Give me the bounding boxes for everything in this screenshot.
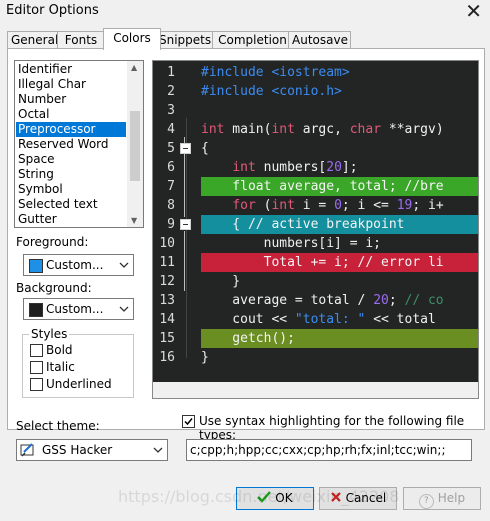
list-item[interactable]: String <box>16 167 126 182</box>
code-line: 14 cout << "total: " << total <box>153 310 478 329</box>
scroll-thumb[interactable] <box>130 111 140 181</box>
list-item[interactable]: Number <box>16 92 126 107</box>
code-line: 1 #include <iostream> <box>153 63 478 82</box>
foreground-select[interactable]: Custom... <box>23 254 134 276</box>
list-item[interactable]: Space <box>16 152 126 167</box>
underlined-checkbox[interactable] <box>30 378 43 391</box>
background-swatch <box>29 303 43 317</box>
code-line: 10 numbers[i] = i; <box>153 234 478 253</box>
background-select[interactable]: Custom... <box>23 298 134 320</box>
tab-fonts[interactable]: Fonts <box>57 31 105 49</box>
code-preview[interactable]: 1 #include <iostream> 2 #include <conio.h>… <box>152 60 479 384</box>
help-button-label: Help <box>437 491 466 505</box>
bold-label: Bold <box>46 343 73 357</box>
fold-minus-icon[interactable] <box>180 143 191 154</box>
close-icon[interactable]: ✕ <box>465 0 482 22</box>
list-item[interactable]: Selected text <box>16 197 126 212</box>
line-number: 8 <box>167 198 175 213</box>
theme-icon <box>20 443 34 457</box>
file-types-value: c;cpp;h;hpp;cc;cxx;cp;hp;rh;fx;inl;tcc;w… <box>190 443 446 457</box>
scroll-up-icon[interactable]: ▲ <box>131 63 137 72</box>
window-title: Editor Options <box>6 3 99 18</box>
line-number: 10 <box>159 236 175 251</box>
tab-autosave[interactable]: Autosave <box>288 31 351 49</box>
line-number: 6 <box>167 160 175 175</box>
code-line: 13 average = total / 20; // co <box>153 291 478 310</box>
code-line: 2 #include <conio.h> <box>153 82 478 101</box>
line-number: 16 <box>159 350 175 365</box>
line-number: 1 <box>167 65 175 80</box>
chevron-down-icon[interactable] <box>118 258 130 272</box>
background-value: Custom... <box>46 302 104 316</box>
list-scrollbar[interactable]: ▲ ▼ <box>127 61 143 227</box>
help-icon: ? <box>418 494 434 509</box>
theme-label: Select theme: <box>16 419 100 433</box>
line-number: 4 <box>167 122 175 137</box>
foreground-swatch <box>29 259 43 273</box>
code-line-selected: 7 float average, total; //bre <box>153 177 478 196</box>
chevron-down-icon[interactable] <box>152 443 164 457</box>
list-item-selected[interactable]: Preprocessor <box>16 122 126 137</box>
line-number: 3 <box>167 103 175 118</box>
list-item[interactable]: Gutter <box>16 212 126 227</box>
line-number: 2 <box>167 84 175 99</box>
list-item[interactable]: Reserved Word <box>16 137 126 152</box>
code-line: 16} <box>153 348 478 367</box>
chevron-down-icon[interactable] <box>118 302 130 316</box>
bold-checkbox[interactable] <box>30 344 43 357</box>
code-line: 6 int numbers[20]; <box>153 158 478 177</box>
file-types-input[interactable]: c;cpp;h;hpp;cc;cxx;cp;hp;rh;fx;inl;tcc;w… <box>186 439 472 461</box>
tab-snippets[interactable]: Snippets <box>155 31 215 49</box>
code-line: 3 <box>153 101 478 120</box>
italic-label: Italic <box>46 360 75 374</box>
code-line: 5{ <box>153 139 478 158</box>
line-number: 13 <box>159 293 175 308</box>
foreground-value: Custom... <box>46 258 104 272</box>
line-number: 12 <box>159 274 175 289</box>
watermark: https://blog.csdn.net/weixin_42208 <box>118 487 400 506</box>
code-line-breakpoint: 9 { // active breakpoint <box>153 215 478 234</box>
line-number: 5 <box>167 141 175 156</box>
color-element-list[interactable]: Identifier Illegal Char Number Octal Pre… <box>14 60 144 228</box>
background-label: Background: <box>16 281 92 295</box>
list-item[interactable]: Identifier <box>16 62 126 77</box>
line-number: 7 <box>167 179 175 194</box>
list-item[interactable]: Symbol <box>16 182 126 197</box>
editor-horizontal-scrollbar[interactable] <box>152 382 479 399</box>
code-line-error: 11 Total += i; // error li <box>153 253 478 272</box>
line-number: 14 <box>159 312 175 327</box>
underlined-label: Underlined <box>46 377 112 391</box>
syntax-highlight-checkbox[interactable] <box>182 415 195 428</box>
code-line-active: 15 getch(); <box>153 329 478 348</box>
list-item[interactable]: Illegal Char <box>16 77 126 92</box>
tab-general[interactable]: General <box>7 31 60 49</box>
checkmark-icon <box>184 418 193 426</box>
tab-colors[interactable]: Colors <box>103 28 161 50</box>
scroll-down-icon[interactable]: ▼ <box>131 216 137 225</box>
syntax-highlight-label: Use syntax highlighting for the followin… <box>199 414 465 442</box>
code-line: 4 int main(int argc, char **argv) <box>153 120 478 139</box>
line-number: 9 <box>167 217 175 232</box>
code-line: 8 for (int i = 0; i <= 19; i+ <box>153 196 478 215</box>
fold-minus-icon[interactable] <box>180 219 191 230</box>
tab-completion[interactable]: Completion <box>212 31 293 49</box>
theme-value: GSS Hacker <box>42 443 113 457</box>
line-number: 15 <box>159 331 175 346</box>
foreground-label: Foreground: <box>16 235 89 249</box>
styles-title: Styles <box>29 327 70 341</box>
italic-checkbox[interactable] <box>30 361 43 374</box>
line-number: 11 <box>159 255 175 270</box>
code-line: 12 } <box>153 272 478 291</box>
theme-select[interactable]: GSS Hacker <box>16 439 168 461</box>
list-item[interactable]: Octal <box>16 107 126 122</box>
help-button[interactable]: ? Help <box>403 487 481 510</box>
